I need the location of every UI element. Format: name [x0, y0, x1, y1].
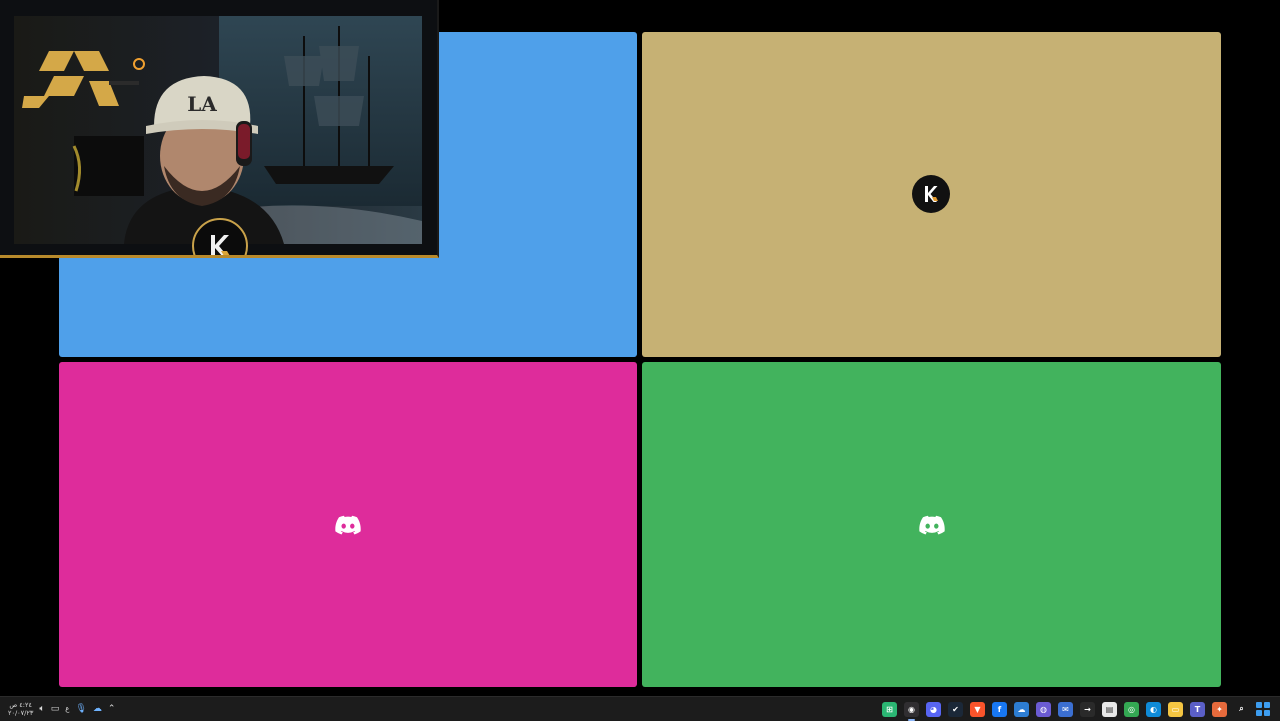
system-tray: ٤:٢٤ ص ٢٠/٠٧/٢٣ 🔈︎ ▭ ع 🎙︎ ☁ ⌃ [0, 701, 115, 717]
volume-icon[interactable]: 🔈︎ [39, 704, 44, 714]
video-call-stage: LA [0, 0, 1280, 696]
start-icon-pane [1256, 709, 1262, 716]
webcam-feed: LA [14, 16, 422, 244]
webcam-overlay: LA [0, 0, 439, 258]
pinned-apps: ⊞ ◉ ◕ ✔ ▼ f ☁ ◍ ✉ → ▤ ◎ ◐ ▭ T ✦ ⌕ [882, 701, 1280, 721]
brave-icon[interactable]: ▼ [970, 701, 985, 717]
app-green-icon[interactable]: ⊞ [882, 701, 897, 717]
windows-start-icon[interactable] [1256, 702, 1270, 716]
arrow-app-icon[interactable]: → [1080, 701, 1095, 717]
start-icon-pane [1263, 709, 1270, 716]
mic-icon[interactable]: 🎙︎ [75, 704, 86, 714]
facebook-icon[interactable]: f [992, 701, 1007, 717]
discord-icon [335, 515, 361, 534]
k-logo-icon [211, 235, 230, 255]
discord-app-icon[interactable]: ◕ [926, 701, 941, 717]
obs-icon[interactable]: ◉ [904, 701, 919, 721]
k-logo-avatar [912, 175, 950, 213]
onedrive-icon[interactable]: ☁ [93, 704, 102, 714]
chrome-icon[interactable]: ◎ [1124, 701, 1139, 717]
edge-icon[interactable]: ◐ [1146, 701, 1161, 717]
participant-tile-pink[interactable] [59, 362, 637, 687]
taskbar-clock[interactable]: ٤:٢٤ ص ٢٠/٠٧/٢٣ [8, 701, 33, 717]
chevron-up-icon[interactable]: ⌃ [108, 704, 116, 714]
mail-icon[interactable]: ✉ [1058, 701, 1073, 717]
clock-time: ٤:٢٤ ص [9, 701, 32, 709]
messenger-icon[interactable]: ◍ [1036, 701, 1051, 717]
teams-icon[interactable]: T [1190, 701, 1205, 717]
discord-icon [918, 515, 945, 534]
k-logo-icon [925, 186, 938, 202]
cap-logo: LA [187, 92, 217, 116]
participant-tile-green[interactable] [642, 362, 1221, 687]
copilot-icon[interactable]: ✦ [1212, 701, 1227, 717]
start-icon-pane [1263, 702, 1270, 708]
steam-icon[interactable]: ✔ [948, 701, 963, 717]
search-icon[interactable]: ⌕ [1234, 701, 1249, 717]
notepad-icon[interactable]: ▤ [1102, 701, 1117, 717]
clock-date: ٢٠/٠٧/٢٣ [8, 709, 34, 717]
start-icon-pane [1256, 702, 1262, 708]
participant-tile-tan[interactable] [642, 32, 1221, 357]
windows-taskbar: ٤:٢٤ ص ٢٠/٠٧/٢٣ 🔈︎ ▭ ع 🎙︎ ☁ ⌃ ⊞ ◉ ◕ ✔ ▼ f ☁ ◍ ✉ →… [0, 696, 1280, 721]
network-icon[interactable]: ▭ [51, 704, 60, 714]
input-method-indicator[interactable]: ع [65, 705, 69, 713]
cloud-app-icon[interactable]: ☁ [1014, 701, 1029, 717]
folder-icon[interactable]: ▭ [1168, 701, 1183, 717]
